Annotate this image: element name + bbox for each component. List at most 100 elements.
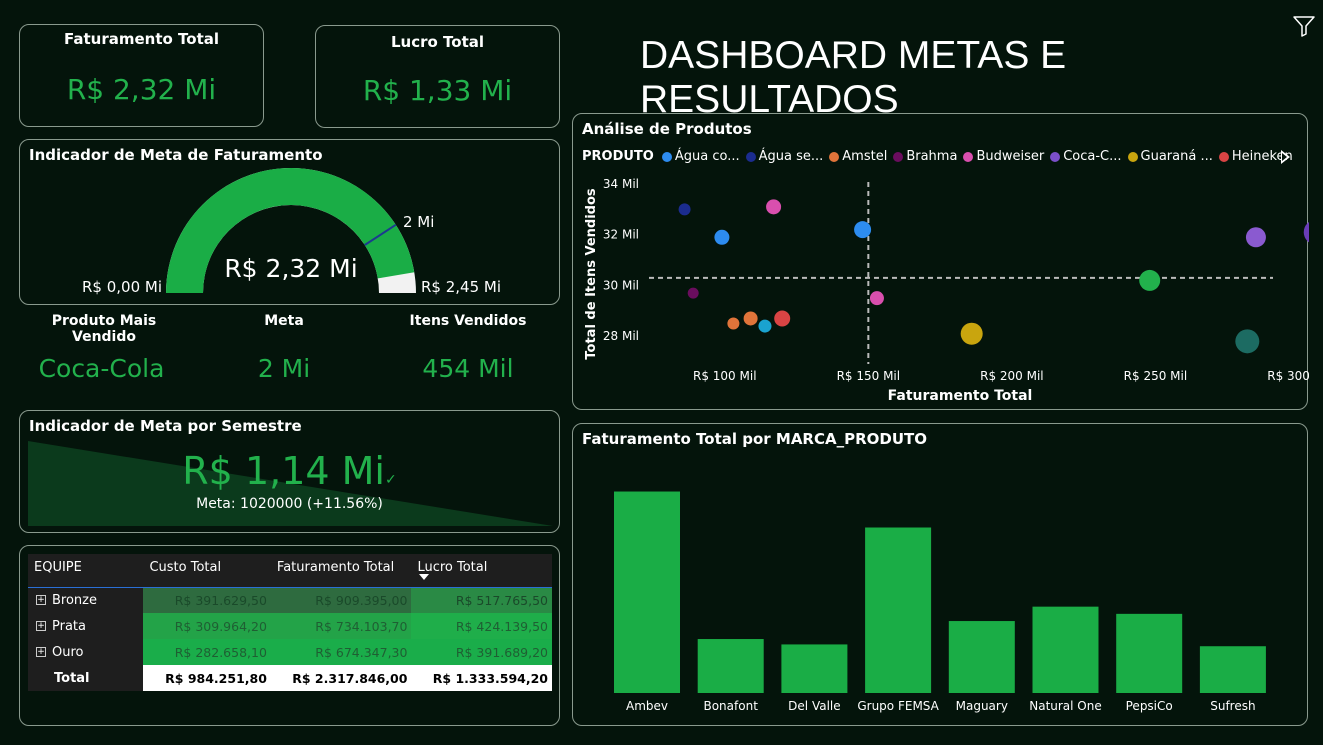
cell-lucro: R$ 391.689,20 xyxy=(411,639,552,665)
x-tick-label: R$ 200 Mil xyxy=(980,369,1044,383)
col-header-faturamento[interactable]: Faturamento Total xyxy=(270,554,412,587)
bar-category-label: PepsiCo xyxy=(1126,699,1173,713)
semestre-card[interactable]: Indicador de Meta por Semestre R$ 1,14 M… xyxy=(19,410,560,533)
x-tick-label: R$ 250 Mil xyxy=(1124,369,1188,383)
bar-category-label: Bonafont xyxy=(703,699,758,713)
expand-icon[interactable]: + xyxy=(36,647,46,657)
col-header-equipe[interactable]: EQUIPE xyxy=(28,554,144,587)
table-row[interactable]: + Bronze R$ 391.629,50 R$ 909.395,00 R$ 5… xyxy=(28,587,552,613)
scatter-point xyxy=(1235,329,1260,354)
semestre-meta-text: Meta: 1020000 (+11.56%) xyxy=(196,496,383,512)
cell-custo: R$ 391.629,50 xyxy=(143,587,271,613)
cell-lucro: R$ 517.765,50 xyxy=(411,587,552,613)
col-header-lucro[interactable]: Lucro Total xyxy=(411,554,552,587)
total-label: Total xyxy=(28,665,144,691)
expand-icon[interactable]: + xyxy=(36,595,46,606)
itens-value: 454 Mil xyxy=(422,354,514,383)
cell-custo: R$ 309.964,20 xyxy=(143,613,271,639)
kpi-faturamento-title: Faturamento Total xyxy=(63,30,220,48)
itens-label: Itens Vendidos xyxy=(409,313,527,329)
bar-category-label: Del Valle xyxy=(788,699,840,713)
kpi-lucro-value: R$ 1,33 Mi xyxy=(362,74,513,107)
scatter-point xyxy=(714,229,730,245)
x-tick-label: R$ 150 Mil xyxy=(837,369,901,383)
table-row[interactable]: + Ouro R$ 282.658,10 R$ 674.347,30 R$ 391… xyxy=(28,639,552,665)
scatter-point xyxy=(854,221,872,239)
table-total-row: Total R$ 984.251,80 R$ 2.317.846,00 R$ 1… xyxy=(28,665,552,691)
expand-icon[interactable]: + xyxy=(36,621,46,631)
total-faturamento: R$ 2.317.846,00 xyxy=(270,665,412,691)
col-header-lucro-label: Lucro Total xyxy=(417,560,488,575)
cell-lucro: R$ 424.139,50 xyxy=(411,613,552,639)
bar-chart: Ambev Bonafont Del Valle Grupo FEMSA Maguary… xyxy=(614,491,1266,713)
col-header-custo[interactable]: Custo Total xyxy=(143,554,271,587)
bar-card[interactable]: Faturamento Total por MARCA_PRODUTO Ambe… xyxy=(572,423,1308,726)
scatter-point xyxy=(1139,269,1161,291)
meta-label: Meta xyxy=(264,313,304,329)
scatter-card[interactable]: Análise de Produtos PRODUTO Água co... Ág… xyxy=(572,113,1309,410)
bar xyxy=(865,527,932,693)
bar xyxy=(1199,646,1266,693)
filter-icon[interactable] xyxy=(1292,14,1316,42)
y-tick-label: 34 Mil xyxy=(603,177,639,191)
gauge-max-label: R$ 2,45 Mi xyxy=(421,278,501,296)
kpi-lucro-card[interactable]: Lucro Total R$ 1,33 Mi xyxy=(315,25,560,128)
equipe-table: EQUIPE Custo Total Faturamento Total Luc… xyxy=(28,554,552,691)
x-tick-label: R$ 100 Mil xyxy=(693,369,757,383)
kpi-faturamento-value: R$ 2,32 Mi xyxy=(66,73,217,106)
bar-category-label: Grupo FEMSA xyxy=(857,699,939,713)
bar-category-label: Maguary xyxy=(956,699,1008,713)
table-row[interactable]: + Prata R$ 309.964,20 R$ 734.103,70 R$ 42… xyxy=(28,613,552,639)
y-tick-label: 30 Mil xyxy=(603,278,639,292)
semestre-value: R$ 1,14 Mi xyxy=(182,449,385,493)
cell-faturamento: R$ 909.395,00 xyxy=(270,587,412,613)
sort-desc-icon xyxy=(419,574,430,580)
scatter-point xyxy=(678,203,691,216)
gauge-card[interactable]: Indicador de Meta de Faturamento R$ 2,32… xyxy=(19,139,560,305)
cell-faturamento: R$ 734.103,70 xyxy=(270,613,412,639)
total-lucro: R$ 1.333.594,20 xyxy=(411,665,552,691)
bar-category-label: Sufresh xyxy=(1210,699,1255,713)
cell-faturamento: R$ 674.347,30 xyxy=(270,639,412,665)
y-axis-label: Total de Itens Vendidos xyxy=(584,188,599,359)
scatter-point xyxy=(960,322,983,345)
gauge-min-label: R$ 0,00 Mi xyxy=(82,278,162,296)
x-tick-label: R$ 300 Mil xyxy=(1267,369,1309,383)
y-tick-label: 28 Mil xyxy=(603,329,639,343)
x-axis-label: Faturamento Total xyxy=(888,388,1033,404)
gauge-chart: R$ 2,32 Mi R$ 0,00 Mi R$ 2,45 Mi 2 Mi xyxy=(82,168,501,296)
scatter-point xyxy=(774,310,791,327)
bar xyxy=(1032,606,1099,693)
semestre-value-row: R$ 1,14 Mi✓ xyxy=(20,449,559,493)
meta-value: 2 Mi xyxy=(257,354,311,383)
y-tick-label: 32 Mil xyxy=(603,228,639,242)
bar-category-label: Natural One xyxy=(1029,699,1102,713)
scatter-plot: R$ 100 Mil R$ 150 Mil R$ 200 Mil R$ 250 Mil… xyxy=(584,177,1309,404)
check-icon: ✓ xyxy=(384,472,397,488)
produto-label: Produto Mais Vendido xyxy=(51,313,157,345)
scatter-point xyxy=(687,287,699,299)
kpi-faturamento-card[interactable]: Faturamento Total R$ 2,32 Mi xyxy=(19,24,264,127)
row-name: + Bronze xyxy=(28,587,144,613)
row-name: + Prata xyxy=(28,613,144,639)
dashboard-title: DASHBOARD METAS E RESULTADOS xyxy=(640,34,1067,121)
bar xyxy=(781,644,848,693)
equipe-table-card: EQUIPE Custo Total Faturamento Total Luc… xyxy=(19,545,560,726)
scatter-point xyxy=(766,199,782,215)
scatter-point xyxy=(758,319,772,333)
scatter-point xyxy=(727,317,740,330)
scatter-point xyxy=(1245,227,1266,248)
bar-category-label: Ambev xyxy=(626,699,668,713)
kpi-lucro-title: Lucro Total xyxy=(390,33,485,51)
scatter-point xyxy=(869,291,884,306)
scatter-point xyxy=(743,311,758,326)
row-name: + Ouro xyxy=(28,639,144,665)
total-custo: R$ 984.251,80 xyxy=(143,665,271,691)
bar xyxy=(697,639,764,693)
bar xyxy=(614,491,680,693)
produto-value: Coca-Cola xyxy=(38,354,165,383)
gauge-value: R$ 2,32 Mi xyxy=(224,254,357,283)
gauge-target-label: 2 Mi xyxy=(403,213,434,231)
scatter-point xyxy=(1303,222,1309,243)
bar xyxy=(1116,613,1183,693)
